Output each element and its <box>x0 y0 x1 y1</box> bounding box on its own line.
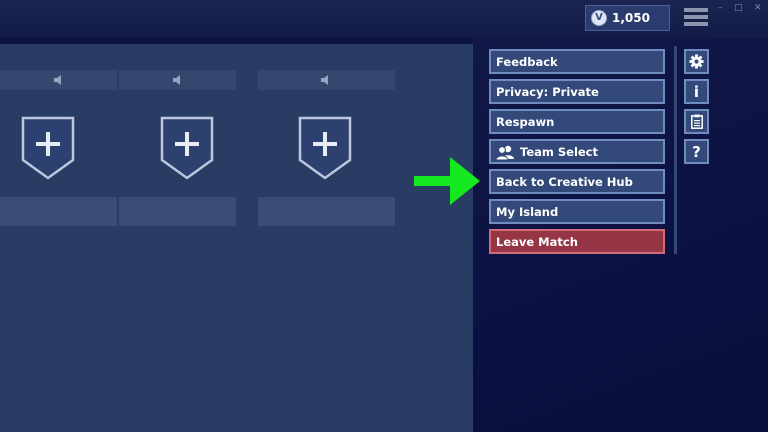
party-panel <box>0 44 473 432</box>
add-party-member-button[interactable] <box>21 116 75 180</box>
vbucks-balance[interactable]: V 1,050 <box>585 5 670 31</box>
team-icon <box>496 145 514 160</box>
gear-icon <box>689 54 704 69</box>
top-bar: V 1,050 – □ ✕ <box>0 0 768 38</box>
privacy-label: Privacy: Private <box>496 84 599 99</box>
feedback-button[interactable]: Feedback <box>489 49 665 74</box>
add-party-member-button[interactable] <box>298 116 352 180</box>
close-icon[interactable]: ✕ <box>754 2 762 14</box>
respawn-label: Respawn <box>496 114 555 129</box>
leave-match-button[interactable]: Leave Match <box>489 229 665 254</box>
party-slot-header <box>0 70 117 90</box>
party-slot-name <box>119 197 236 226</box>
party-slot-name <box>0 197 117 226</box>
privacy-button[interactable]: Privacy: Private <box>489 79 665 104</box>
speaker-icon[interactable] <box>53 74 65 86</box>
hamburger-menu-icon[interactable] <box>684 8 708 27</box>
clipboard-icon <box>690 114 703 129</box>
maximize-icon[interactable]: □ <box>734 2 743 14</box>
window-controls: – □ ✕ <box>718 2 766 14</box>
settings-button[interactable] <box>684 49 709 74</box>
my-island-button[interactable]: My Island <box>489 199 665 224</box>
add-party-member-button[interactable] <box>160 116 214 180</box>
my-island-label: My Island <box>496 204 559 219</box>
vbucks-coin-icon: V <box>591 10 607 26</box>
team-select-button[interactable]: Team Select <box>489 139 665 164</box>
party-slot-header <box>258 70 395 90</box>
info-icon: i <box>693 82 700 101</box>
info-button[interactable]: i <box>684 79 709 104</box>
party-slot-name <box>258 197 395 226</box>
speaker-icon[interactable] <box>172 74 184 86</box>
party-slot-header <box>119 70 236 90</box>
respawn-button[interactable]: Respawn <box>489 109 665 134</box>
feedback-label: Feedback <box>496 54 558 69</box>
menu-scrollbar[interactable] <box>674 46 677 254</box>
team-select-label: Team Select <box>520 144 599 159</box>
minimize-icon[interactable]: – <box>718 2 723 14</box>
green-arrow-icon <box>414 157 480 205</box>
back-to-creative-hub-button[interactable]: Back to Creative Hub <box>489 169 665 194</box>
leave-match-label: Leave Match <box>496 234 578 249</box>
back-to-hub-label: Back to Creative Hub <box>496 174 633 189</box>
vbucks-amount: 1,050 <box>612 11 650 25</box>
help-icon: ? <box>692 142 701 161</box>
speaker-icon[interactable] <box>320 74 332 86</box>
clipboard-button[interactable] <box>684 109 709 134</box>
help-button[interactable]: ? <box>684 139 709 164</box>
